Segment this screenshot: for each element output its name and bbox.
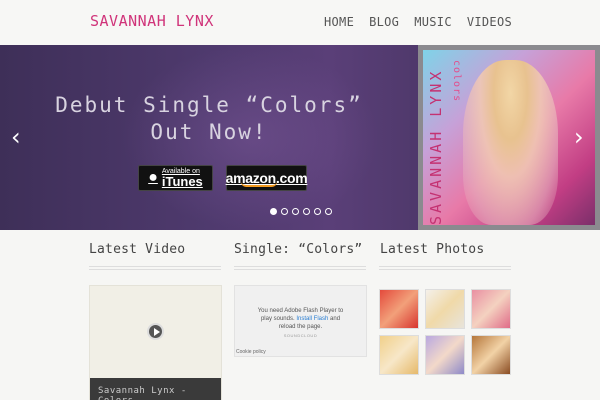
photo-thumb-5[interactable] (425, 335, 465, 375)
flash-message: You need Adobe Flash Player to play soun… (235, 307, 366, 331)
soundcloud-logo: SOUNDCLOUD (283, 333, 318, 338)
photo-thumb-4[interactable] (379, 335, 419, 375)
nav-videos[interactable]: VIDEOS (467, 15, 512, 29)
nav-blog[interactable]: BLOG (369, 15, 399, 29)
slider-dot[interactable] (292, 208, 299, 215)
photo-thumb-1[interactable] (379, 289, 419, 329)
flash-message-text: play sounds. (260, 316, 295, 322)
play-icon[interactable] (147, 323, 164, 340)
cookie-policy-link[interactable]: Cookie policy (236, 349, 266, 355)
main-nav: HOME BLOG MUSIC VIDEOS (324, 15, 512, 29)
divider (379, 266, 511, 270)
install-flash-link[interactable]: Install Flash (296, 316, 328, 322)
flash-message-line1: You need Adobe Flash Player to (257, 308, 344, 314)
site-logo[interactable]: SAVANNAH LYNX (90, 12, 214, 30)
latest-photos-heading: Latest Photos (380, 242, 485, 257)
album-cover: SAVANNAH LYNX colors (418, 45, 600, 230)
flash-message-line2: play sounds. Install Flash and (235, 315, 366, 323)
nav-home[interactable]: HOME (324, 15, 354, 29)
slider-dot[interactable] (325, 208, 332, 215)
slider-prev-arrow-icon[interactable]: ‹ (11, 125, 21, 149)
photo-thumb-6[interactable] (471, 335, 511, 375)
photo-thumb-2[interactable] (425, 289, 465, 329)
slider-dot[interactable] (281, 208, 288, 215)
itunes-badge[interactable]: ● Available on iTunes (138, 165, 213, 191)
slider-dot[interactable] (270, 208, 277, 215)
flash-message-and: and (330, 316, 341, 322)
latest-video-heading: Latest Video (89, 242, 186, 257)
photo-thumb-3[interactable] (471, 289, 511, 329)
soundcloud-player: You need Adobe Flash Player to play soun… (234, 285, 367, 357)
slider-pagination (270, 208, 332, 215)
apple-logo-icon: ● (148, 169, 158, 186)
hero-headline: Debut Single “Colors” Out Now! (0, 92, 418, 146)
hero-headline-line2: Out Now! (150, 120, 268, 144)
divider (234, 266, 366, 270)
album-cover-art: SAVANNAH LYNX colors (423, 50, 595, 225)
slider-next-arrow-icon[interactable]: › (574, 125, 584, 149)
itunes-badge-label: iTunes (161, 174, 203, 189)
slider-dot[interactable] (303, 208, 310, 215)
divider (89, 266, 221, 270)
nav-music[interactable]: MUSIC (414, 15, 452, 29)
flash-message-line3: reload the page. (278, 324, 323, 330)
amazon-smile-icon (241, 182, 277, 187)
album-cover-photo (463, 60, 558, 225)
video-player[interactable]: Savannah Lynx - Colors (89, 285, 222, 400)
album-cover-name: SAVANNAH LYNX (427, 68, 445, 225)
slider-dot[interactable] (314, 208, 321, 215)
single-heading: Single: “Colors” (234, 242, 363, 257)
amazon-badge[interactable]: amazon.com (226, 165, 308, 191)
video-caption: Savannah Lynx - Colors (90, 378, 221, 400)
site-header: SAVANNAH LYNX HOME BLOG MUSIC VIDEOS (0, 0, 600, 45)
album-cover-title: colors (451, 60, 462, 103)
hero-headline-line1: Debut Single “Colors” (55, 93, 363, 117)
